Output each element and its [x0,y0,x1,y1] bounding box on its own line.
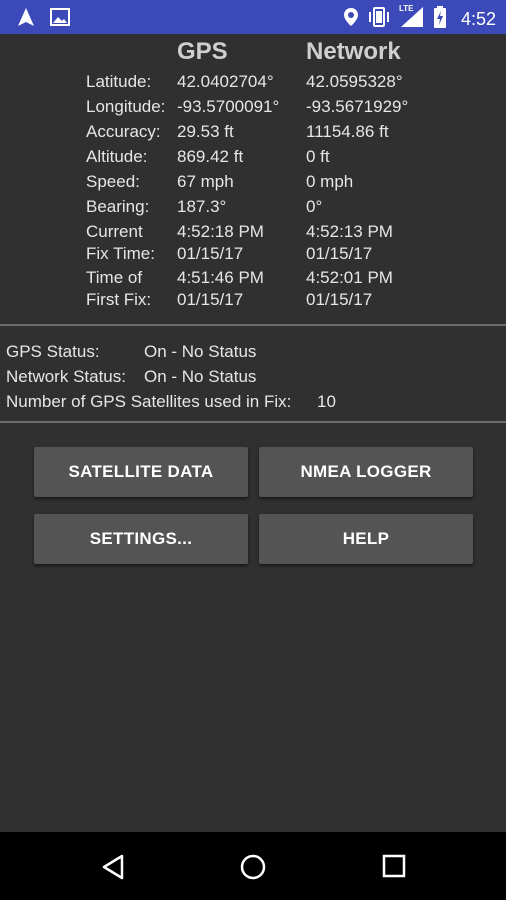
network-column-header: Network [306,38,401,65]
row-label: Longitude: [86,97,166,116]
gps-column-header: GPS [177,38,228,65]
vibrate-icon [367,7,391,32]
gps-status-line: GPS Status: On - No Status [6,342,291,367]
fix-time-label: Fix Time: [86,244,155,263]
network-status-line: Network Status: On - No Status [6,367,291,392]
divider [0,421,506,423]
row-label: Latitude: [86,72,152,91]
status-section: GPS Status: On - No Status Network Statu… [6,342,336,417]
row-label: Altitude: [86,147,148,166]
gps-value: 29.53 ft [177,122,234,141]
satellites-line: Number of GPS Satellites used in Fix: 10 [6,392,336,417]
network-fix-date: 01/15/17 [306,244,373,263]
gps-value: 42.0402704° [177,72,274,91]
settings-button[interactable]: SETTINGS... [34,514,248,564]
satellites-value: 10 [317,392,336,411]
network-value: 11154.86 ft [306,122,389,141]
network-value: 0 mph [306,172,354,191]
status-bar: LTE 4:52 [0,0,506,34]
gps-fix-date: 01/15/17 [177,244,244,263]
navigation-bar [0,832,506,900]
row-label: Bearing: [86,197,150,216]
satellite-data-button[interactable]: SATELLITE DATA [34,447,248,497]
network-first-fix-time: 4:52:01 PM [306,268,393,287]
gps-value: 67 mph [177,172,234,191]
gps-value: 187.3° [177,197,227,216]
gps-fix-time: 4:52:18 PM [177,222,264,241]
network-value: 0 ft [306,147,330,166]
network-status-value: On - No Status [144,367,257,386]
help-button[interactable]: HELP [259,514,473,564]
gps-first-fix-date: 01/15/17 [177,290,244,309]
lte-label: LTE [398,4,414,13]
navigation-arrow-icon [16,7,36,32]
home-icon[interactable] [239,854,267,887]
network-fix-time: 4:52:13 PM [306,222,393,241]
first-fix-label: Time of [86,268,143,287]
network-value: 42.0595328° [306,72,403,91]
row-label: Speed: [86,172,140,191]
network-first-fix-date: 01/15/17 [306,290,373,309]
location-pin-icon [343,7,359,32]
battery-charging-icon [433,6,447,33]
back-icon[interactable] [100,854,126,885]
satellites-label: Number of GPS Satellites used in Fix: [6,392,292,411]
gps-value: -93.5700091° [177,97,280,116]
signal-icon: LTE [398,4,425,33]
nmea-logger-button[interactable]: NMEA LOGGER [259,447,473,497]
network-status-label: Network Status: [6,367,126,386]
image-icon [50,8,70,31]
row-label: Accuracy: [86,122,161,141]
gps-first-fix-time: 4:51:46 PM [177,268,264,287]
recents-icon[interactable] [382,854,406,883]
network-value: 0° [306,197,323,216]
gps-value: 869.42 ft [177,147,244,166]
fix-time-label: Current [86,222,143,241]
gps-status-label: GPS Status: [6,342,100,361]
network-value: -93.5671929° [306,97,409,116]
divider [0,324,506,326]
gps-status-value: On - No Status [144,342,257,361]
clock: 4:52 [460,9,496,29]
first-fix-label: First Fix: [86,290,152,309]
